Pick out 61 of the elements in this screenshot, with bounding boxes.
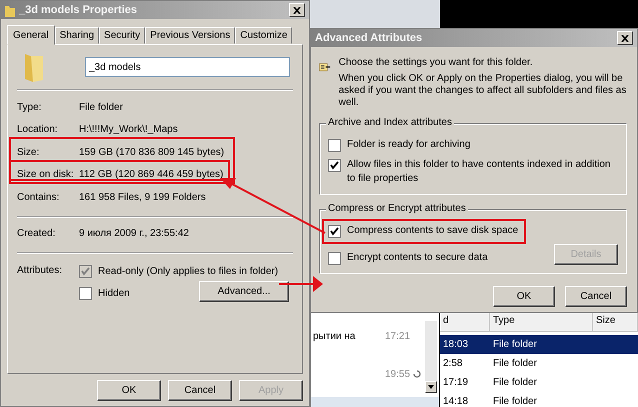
close-button[interactable] bbox=[289, 3, 305, 17]
checkbox[interactable] bbox=[328, 139, 341, 152]
checkbox[interactable] bbox=[328, 252, 341, 265]
intro-text: Choose the settings you want for this folder. bbox=[338, 57, 534, 69]
field-label: Created: bbox=[17, 228, 56, 240]
note-text: When you click OK or Apply on the Properties dialog, you will be asked if you want the changes to affect all subfolders and files as well. bbox=[338, 73, 627, 109]
file-row[interactable]: 18:03 File folder bbox=[440, 335, 638, 354]
window-title: _3d models Properties bbox=[19, 4, 138, 16]
dialog-button[interactable]: Cancel bbox=[565, 286, 627, 307]
close-button[interactable] bbox=[617, 31, 633, 45]
field-label: Size: bbox=[17, 146, 40, 158]
checkbox-label: Encrypt contents to secure data bbox=[347, 251, 488, 265]
file-row[interactable]: 17:19 File folder bbox=[440, 373, 638, 392]
file-row[interactable]: 2:58 File folder bbox=[440, 354, 638, 373]
checkbox-label: Folder is ready for archiving bbox=[347, 138, 470, 152]
folder-icon bbox=[5, 4, 15, 16]
tab[interactable]: Sharing bbox=[54, 27, 100, 44]
field-value: H:\!!!My_Work\!_Maps bbox=[79, 124, 178, 136]
checkbox[interactable] bbox=[328, 159, 341, 172]
file-row[interactable]: 14:18 File folder bbox=[440, 392, 638, 407]
field-value: 159 GB (170 836 809 145 bytes) bbox=[79, 146, 224, 158]
field-label: Contains: bbox=[17, 192, 60, 203]
field-label: Size on disk: bbox=[17, 169, 75, 180]
scroll-down-icon[interactable] bbox=[428, 385, 434, 389]
field-value: 9 июля 2009 г., 23:55:42 bbox=[79, 228, 189, 240]
loading-icon bbox=[413, 370, 422, 378]
dialog-button[interactable]: OK bbox=[493, 286, 555, 307]
scrollbar[interactable] bbox=[425, 321, 437, 393]
close-icon bbox=[293, 6, 301, 14]
field-label: Location: bbox=[17, 124, 59, 136]
dialog-button[interactable]: Cancel bbox=[168, 380, 232, 401]
tab[interactable]: Previous Versions bbox=[145, 27, 236, 44]
pointer-arrow bbox=[279, 276, 323, 292]
folder-icon bbox=[23, 52, 45, 82]
advanced-button[interactable]: Advanced... bbox=[199, 281, 289, 302]
field-label: Attributes: bbox=[17, 265, 64, 278]
checkbox[interactable] bbox=[79, 287, 92, 300]
checkbox-label: Compress contents to save disk space bbox=[347, 224, 518, 238]
field-value: 112 GB (120 869 446 459 bytes) bbox=[79, 169, 224, 180]
tab[interactable]: Security bbox=[99, 27, 146, 44]
checkbox-label: Allow files in this folder to have contents indexed in addition to file properties bbox=[347, 158, 612, 186]
close-icon bbox=[621, 34, 629, 42]
column-header[interactable]: Type bbox=[490, 313, 593, 331]
field-value: 161 958 Files, 9 199 Folders bbox=[79, 192, 206, 203]
message-time: 17:21 bbox=[385, 331, 410, 342]
group-title: Compress or Encrypt attributes bbox=[326, 203, 468, 214]
tab[interactable]: General bbox=[7, 25, 55, 45]
checkbox-label: Hidden bbox=[98, 288, 130, 299]
column-header[interactable]: Size bbox=[593, 313, 638, 331]
checkbox-label: Read-only (Only applies to files in folder) bbox=[98, 266, 278, 277]
field-label: Type: bbox=[17, 102, 42, 113]
tab[interactable]: Customize bbox=[235, 27, 292, 44]
column-header[interactable]: d bbox=[440, 313, 490, 331]
window-title: Advanced Attributes bbox=[315, 32, 424, 44]
name-field[interactable]: _3d models bbox=[85, 57, 290, 77]
checkbox[interactable] bbox=[328, 225, 341, 238]
group-title: Archive and Index attributes bbox=[326, 117, 454, 128]
dialog-button[interactable]: OK bbox=[97, 380, 161, 401]
message-time: 19:55 bbox=[385, 368, 410, 380]
message-text: рытии на bbox=[313, 331, 356, 342]
field-value: File folder bbox=[79, 102, 123, 113]
